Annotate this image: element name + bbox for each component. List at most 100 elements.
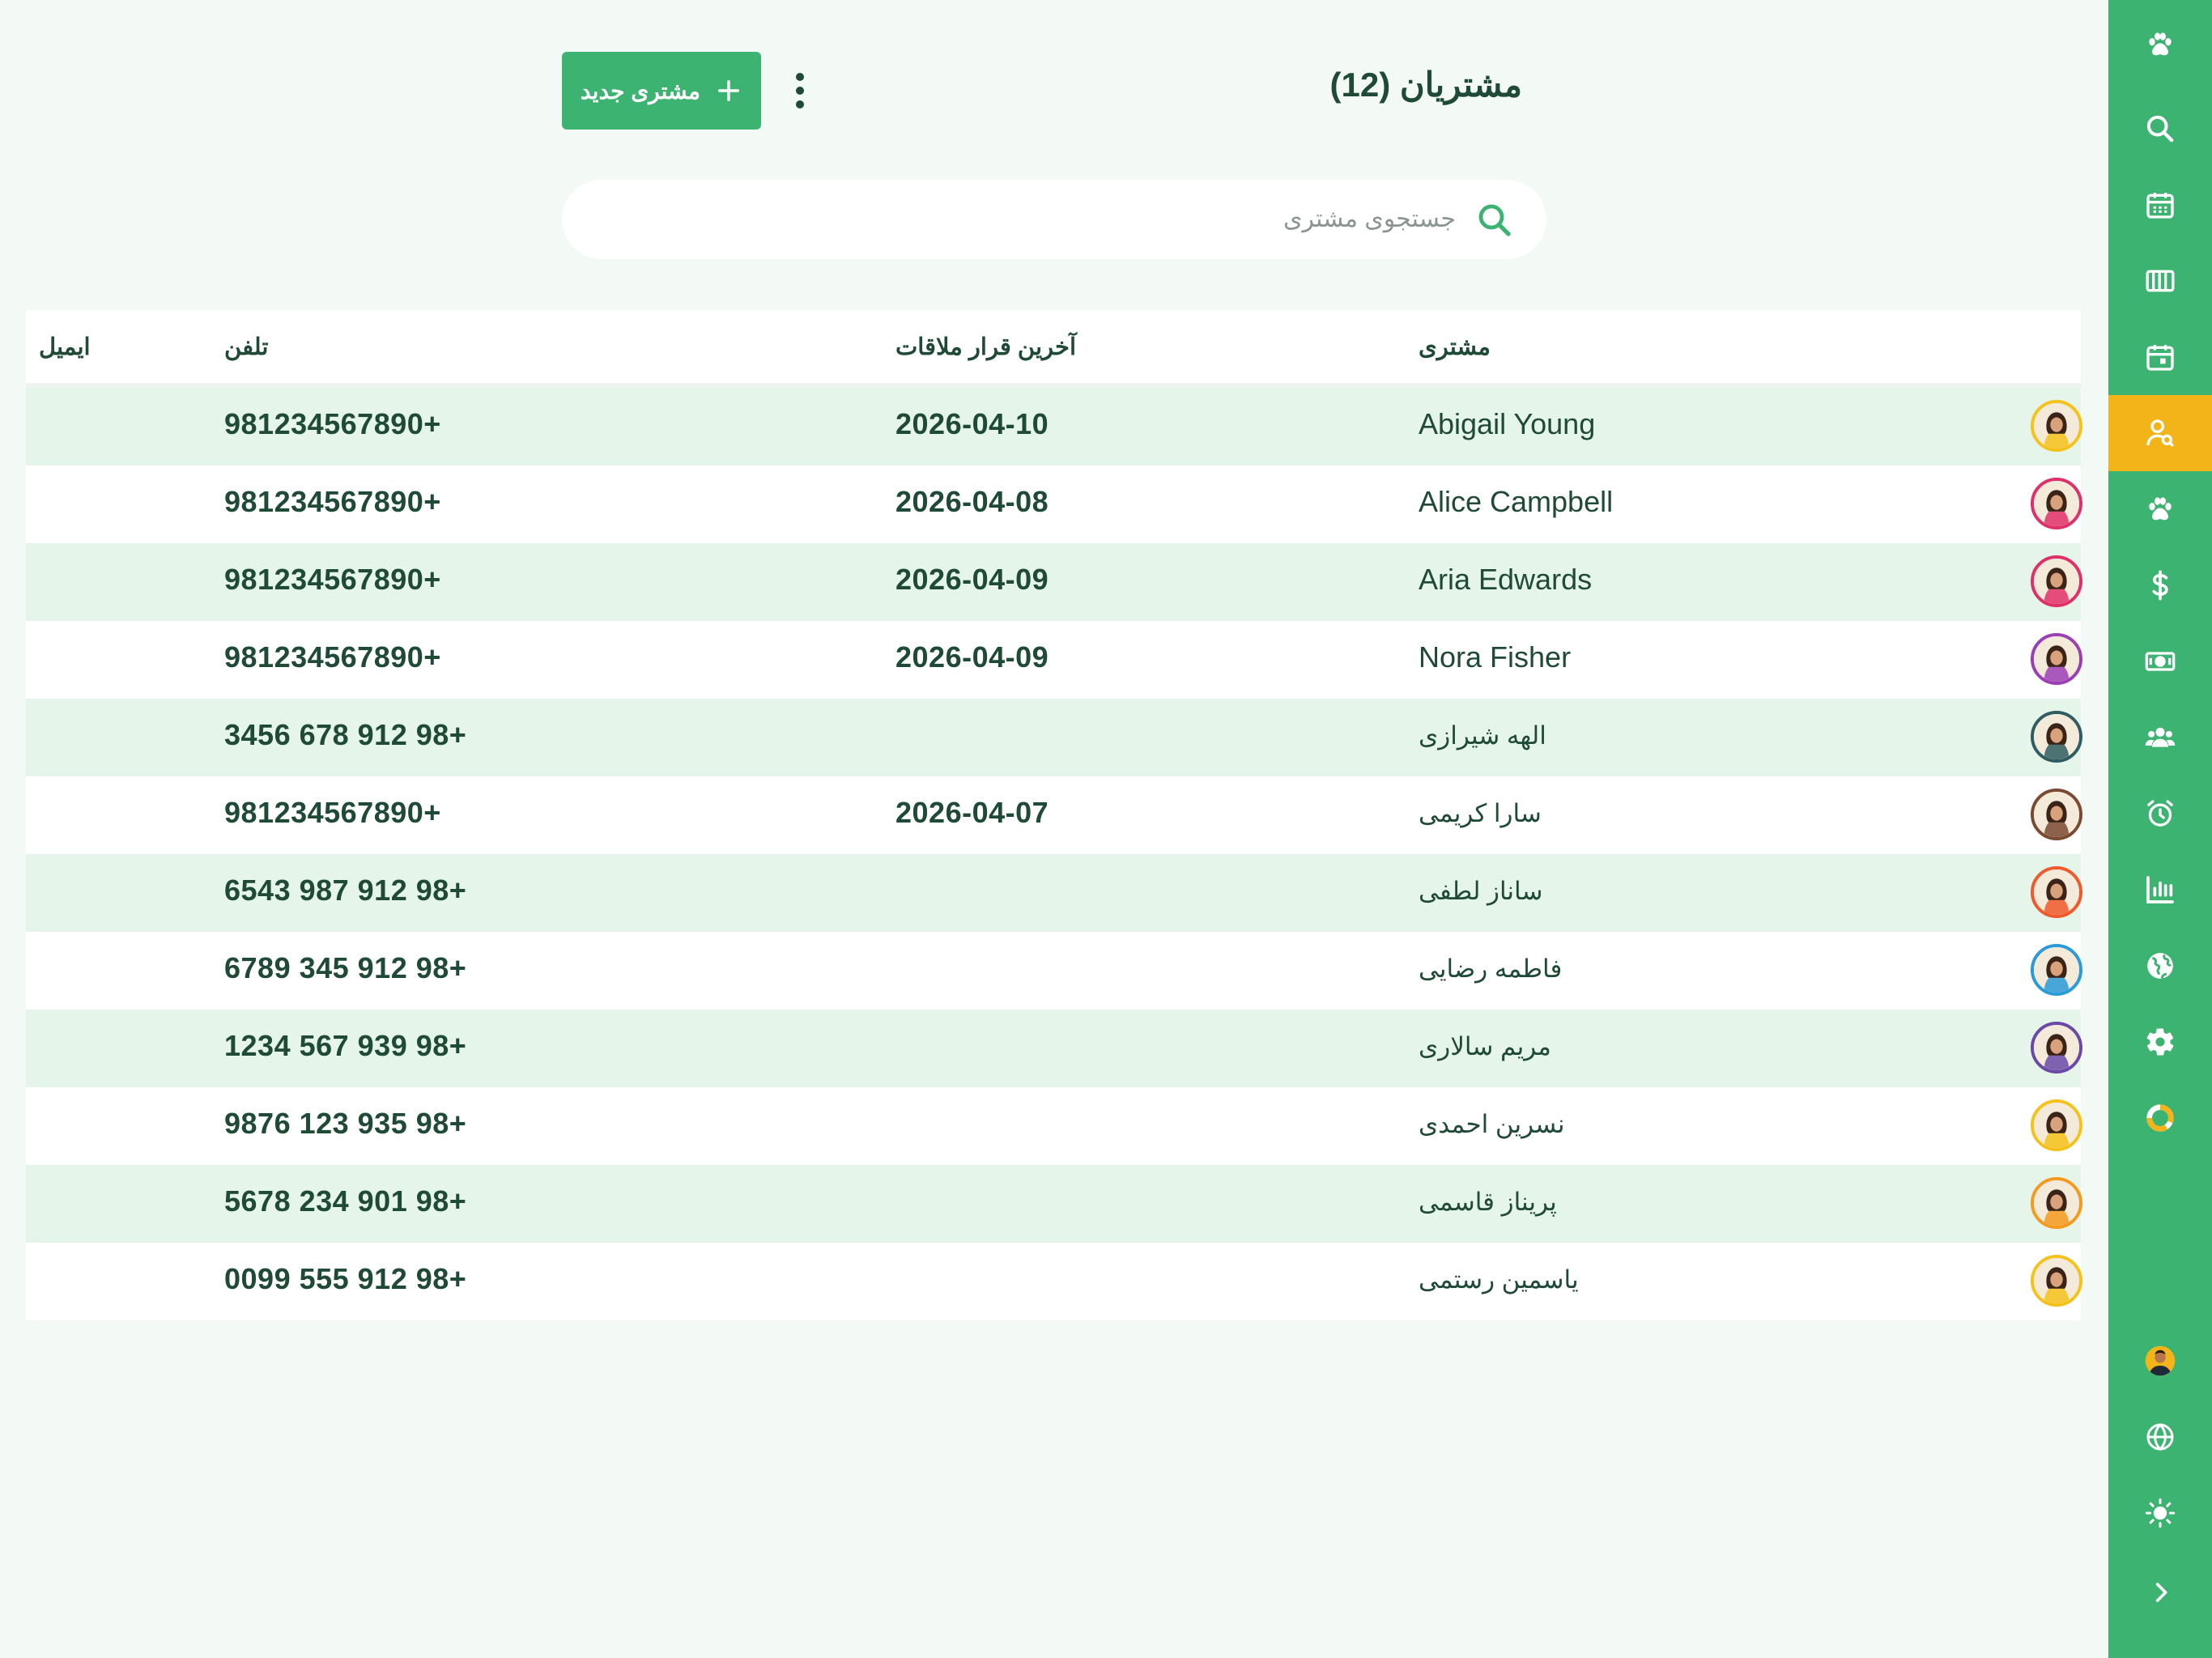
user-avatar-icon <box>2145 1346 2176 1376</box>
sidebar-user-profile[interactable] <box>2108 1323 2212 1399</box>
customer-name-cell[interactable]: Alice Campbell <box>1419 485 1904 519</box>
avatar <box>2031 789 2082 840</box>
phone-cell: 981234567890+ <box>224 485 441 518</box>
table-row[interactable]: 9876 123 935 98+ نسرین احمدی <box>26 1087 2082 1165</box>
sidebar-item-reminders[interactable] <box>2108 776 2212 852</box>
page-title: مشتریان (12) <box>1329 66 1522 104</box>
table-row[interactable]: 981234567890+ 2026-04-08 Alice Campbell <box>26 466 2082 543</box>
sidebar-item-cash[interactable] <box>2108 623 2212 699</box>
dot <box>796 73 804 81</box>
sidebar-item-customers[interactable] <box>2108 395 2212 471</box>
dollar-icon <box>2152 570 2168 601</box>
more-options-button[interactable] <box>785 70 815 112</box>
customer-name-cell[interactable]: فاطمه رضایی <box>1419 954 1904 984</box>
last-appointment-cell: 2026-04-09 <box>895 640 1049 674</box>
bar-chart-icon <box>2146 876 2174 903</box>
sidebar-item-board[interactable] <box>2108 243 2212 319</box>
sidebar-item-website[interactable] <box>2108 928 2212 1004</box>
customer-name-cell[interactable]: Abigail Young <box>1419 407 1904 441</box>
chevron-right-icon <box>2155 1583 2167 1602</box>
sidebar-item-settings[interactable] <box>2108 1004 2212 1080</box>
sidebar-item-progress[interactable] <box>2108 1080 2212 1156</box>
columns-icon <box>2146 270 2175 292</box>
table-body: 981234567890+ 2026-04-10 Abigail Young 9812… <box>26 388 2082 1320</box>
column-phone[interactable]: تلفن <box>224 333 268 361</box>
phone-cell: 9876 123 935 98+ <box>224 1107 467 1140</box>
paw-icon <box>2149 497 2172 521</box>
sidebar-item-search[interactable] <box>2108 91 2212 167</box>
sidebar-item-pets-2[interactable] <box>2108 471 2212 547</box>
phone-cell: 6789 345 912 98+ <box>224 951 467 984</box>
customer-name-cell[interactable]: ساناز لطفی <box>1419 877 1904 906</box>
calendar-day-icon <box>2146 345 2174 371</box>
table-row[interactable]: 5678 234 901 98+ پریناز قاسمی <box>26 1165 2082 1243</box>
sidebar-expand[interactable] <box>2108 1554 2212 1630</box>
table-row[interactable]: 0099 555 912 98+ یاسمین رستمی <box>26 1243 2082 1320</box>
avatar <box>2031 1022 2082 1073</box>
phone-cell: 981234567890+ <box>224 640 441 674</box>
dot <box>796 87 804 95</box>
table-row[interactable]: 6543 987 912 98+ ساناز لطفی <box>26 854 2082 932</box>
sidebar-theme-toggle[interactable] <box>2108 1475 2212 1551</box>
alarm-icon <box>2147 800 2173 827</box>
sidebar-item-calendar[interactable] <box>2108 167 2212 243</box>
avatar <box>2031 1177 2082 1229</box>
gear-icon <box>2146 1028 2174 1056</box>
last-appointment-cell: 2026-04-08 <box>895 485 1049 518</box>
user-search-icon <box>2146 419 2175 448</box>
phone-cell: 3456 678 912 98+ <box>224 718 467 751</box>
customer-name-cell[interactable]: یاسمین رستمی <box>1419 1265 1904 1295</box>
sidebar-item-pets[interactable] <box>2108 6 2212 83</box>
language-globe-icon <box>2146 1422 2174 1452</box>
globe-icon <box>2147 953 2173 979</box>
customer-name-cell[interactable]: نسرین احمدی <box>1419 1110 1904 1139</box>
search-bar <box>562 180 1546 259</box>
cash-icon <box>2145 652 2176 671</box>
table-row[interactable]: 981234567890+ 2026-04-07 سارا کریمی <box>26 776 2082 854</box>
new-customer-label: مشتری جدید <box>580 78 701 104</box>
table-row[interactable]: 981234567890+ 2026-04-09 Nora Fisher <box>26 621 2082 699</box>
search-icon <box>2146 115 2174 142</box>
sidebar-language[interactable] <box>2108 1399 2212 1475</box>
customer-name-cell[interactable]: Nora Fisher <box>1419 640 1904 674</box>
sidebar-item-staff[interactable] <box>2108 699 2212 776</box>
customer-name-cell[interactable]: Aria Edwards <box>1419 563 1904 597</box>
customer-name-cell[interactable]: مریم سالاری <box>1419 1032 1904 1061</box>
donut-icon <box>2146 1104 2174 1132</box>
avatar <box>2031 1099 2082 1151</box>
sun-icon <box>2145 1498 2176 1528</box>
table-row[interactable]: 1234 567 939 98+ مریم سالاری <box>26 1010 2082 1087</box>
customer-name-cell[interactable]: سارا کریمی <box>1419 799 1904 828</box>
table-row[interactable]: 981234567890+ 2026-04-10 Abigail Young <box>26 388 2082 466</box>
sidebar-item-payments[interactable] <box>2108 547 2212 623</box>
avatar <box>2031 1255 2082 1307</box>
new-customer-button[interactable]: مشتری جدید <box>562 52 761 130</box>
avatar <box>2031 711 2082 763</box>
phone-cell: 1234 567 939 98+ <box>224 1029 467 1062</box>
table-row[interactable]: 6789 345 912 98+ فاطمه رضایی <box>26 932 2082 1010</box>
column-email[interactable]: ایمیل <box>39 333 91 361</box>
avatar <box>2031 555 2082 607</box>
column-last-appointment[interactable]: آخرین قرار ملاقات <box>895 333 1076 361</box>
customer-name-cell[interactable]: پریناز قاسمی <box>1419 1188 1904 1217</box>
phone-cell: 6543 987 912 98+ <box>224 874 467 907</box>
sidebar-item-reports[interactable] <box>2108 852 2212 928</box>
table-row[interactable]: 3456 678 912 98+ الهه شیرازی <box>26 699 2082 776</box>
last-appointment-cell: 2026-04-07 <box>895 796 1049 829</box>
avatar <box>2031 400 2082 452</box>
avatar <box>2031 866 2082 918</box>
sidebar-item-appointments[interactable] <box>2108 319 2212 395</box>
customer-name-cell[interactable]: الهه شیرازی <box>1419 721 1904 750</box>
table-header: مشتری آخرین قرار ملاقات تلفن ایمیل <box>26 310 2081 388</box>
phone-cell: 0099 555 912 98+ <box>224 1262 467 1295</box>
phone-cell: 981234567890+ <box>224 563 441 596</box>
paw-icon <box>2149 32 2172 56</box>
dot <box>796 100 804 108</box>
table-row[interactable]: 981234567890+ 2026-04-09 Aria Edwards <box>26 543 2082 621</box>
phone-cell: 981234567890+ <box>224 407 441 440</box>
column-customer[interactable]: مشتری <box>1419 333 1491 361</box>
last-appointment-cell: 2026-04-09 <box>895 563 1049 596</box>
customers-table: مشتری آخرین قرار ملاقات تلفن ایمیل 98123… <box>26 310 2082 1320</box>
search-input[interactable] <box>594 180 1457 259</box>
plus-icon <box>718 79 740 102</box>
